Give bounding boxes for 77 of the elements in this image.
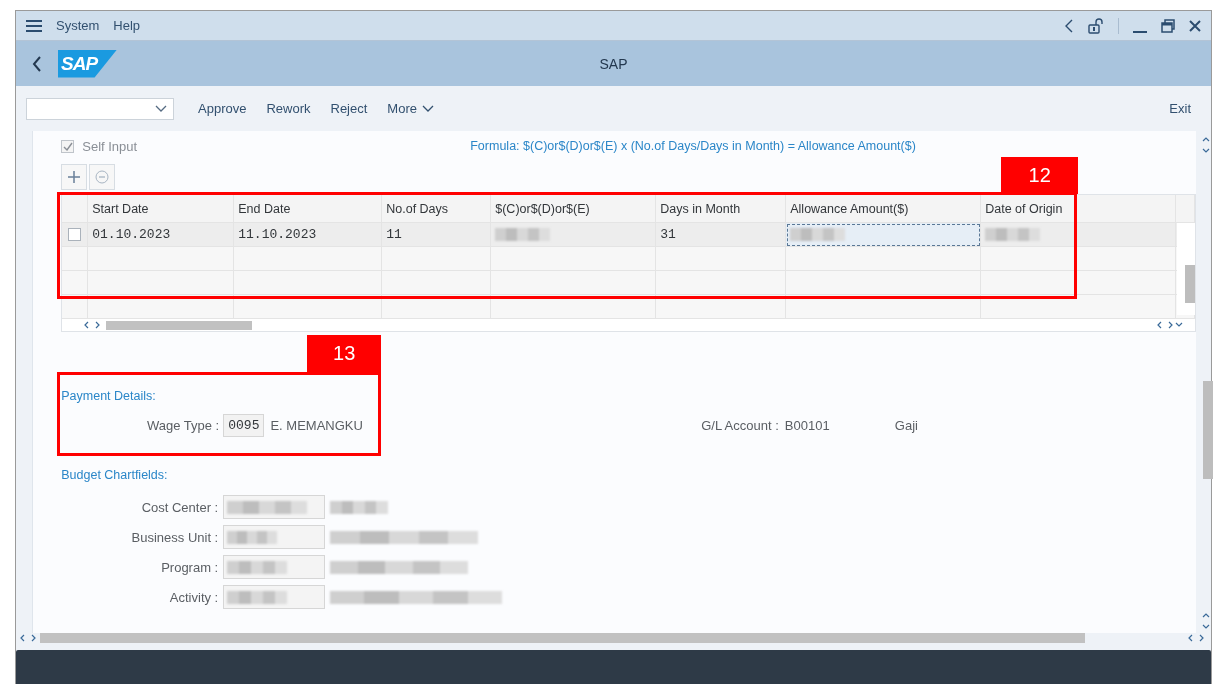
toolbar-button[interactable]: Approve	[190, 97, 255, 120]
menu-item[interactable]: System	[56, 18, 100, 33]
command-dropdown[interactable]	[26, 97, 174, 120]
checkbox-label: Self Input	[82, 138, 138, 154]
input-field[interactable]	[223, 555, 326, 579]
checkmark-icon	[62, 141, 73, 151]
plus-icon	[67, 170, 82, 184]
scrollbar-thumb[interactable]	[1203, 381, 1214, 479]
section-title: Budget Chartfields:	[61, 468, 169, 482]
row-selector-cell[interactable]	[62, 223, 89, 247]
chevron-down-icon[interactable]	[1175, 322, 1184, 328]
scrollbar-thumb[interactable]	[1185, 265, 1196, 303]
restore-icon[interactable]	[1161, 18, 1175, 33]
step-number: 12	[1001, 157, 1079, 194]
menu-icon[interactable]	[26, 19, 42, 32]
close-icon[interactable]	[1189, 19, 1201, 32]
column-header[interactable]: No.of Days	[382, 195, 492, 223]
back-icon[interactable]	[32, 55, 42, 72]
blurred-value	[985, 228, 1041, 241]
more-button[interactable]: More	[379, 97, 442, 120]
up-down-arrows-icon[interactable]	[1202, 137, 1211, 153]
input-field[interactable]	[223, 495, 326, 519]
column-header[interactable]: End Date	[234, 195, 383, 223]
toolbar-button[interactable]: Reject	[322, 97, 376, 120]
field-label: G/L Account :	[701, 418, 779, 433]
blurred-value	[495, 228, 551, 241]
blurred-value	[790, 228, 846, 241]
minus-circle-icon	[95, 170, 110, 184]
table-cell: 11	[382, 223, 492, 247]
column-header[interactable]: $(C)or$(D)or$(E)	[491, 195, 657, 223]
table-cell: 01.10.2023	[88, 223, 235, 247]
input-field[interactable]	[223, 525, 326, 549]
chevron-down-icon	[422, 104, 434, 113]
table-cell: 31	[656, 223, 787, 247]
scrollbar-thumb[interactable]	[106, 320, 253, 330]
field-label: Cost Center :	[140, 499, 219, 515]
blurred-value	[330, 500, 389, 514]
window-title: SAP	[598, 55, 629, 72]
table-horizontal-scrollbar[interactable]	[62, 319, 1196, 331]
left-right-arrows-icon[interactable]	[20, 634, 36, 642]
blurred-value	[227, 530, 278, 544]
column-header[interactable]: Days in Month	[656, 195, 787, 223]
chevron-down-icon	[155, 104, 167, 113]
field-label: Business Unit :	[130, 529, 219, 545]
checkbox[interactable]	[61, 139, 75, 153]
field-value: B00101	[784, 418, 831, 433]
field-label: Wage Type :	[145, 418, 220, 433]
focused-table-cell[interactable]	[786, 223, 982, 247]
table-vertical-scrollbar[interactable]	[1177, 223, 1196, 315]
field-label: Activity :	[168, 589, 219, 605]
toolbar-button[interactable]: Rework	[258, 97, 319, 120]
blurred-value	[227, 590, 288, 604]
wage-type-field[interactable]: 0095	[223, 414, 265, 437]
add-row-button[interactable]	[61, 164, 88, 190]
table-cell: 11.10.2023	[234, 223, 383, 247]
logo: SAP	[58, 49, 117, 78]
left-right-arrows-icon[interactable]	[1157, 321, 1174, 329]
column-header[interactable]: Date of Origin	[981, 195, 1177, 223]
blurred-value	[227, 560, 288, 574]
step-number: 13	[307, 335, 382, 372]
exit-button[interactable]: Exit	[1161, 97, 1199, 120]
left-right-arrows-icon[interactable]	[84, 321, 101, 329]
remove-row-button[interactable]	[89, 164, 116, 190]
field-label: Program :	[160, 559, 219, 575]
formula-text: Formula: $(C)or$(D)or$(E) x (No.of Days/Days in Month) = Allowance Amount($)	[470, 139, 916, 153]
menu-item[interactable]: Help	[113, 18, 141, 33]
section-title: Payment Details:	[61, 389, 157, 403]
column-header[interactable]: Start Date	[88, 195, 235, 223]
field-description: E. MEMANGKU	[270, 418, 363, 433]
unlocked-padlock-icon[interactable]	[1088, 17, 1104, 34]
column-header[interactable]: Allowance Amount($)	[786, 195, 982, 223]
field-description: Gaji	[894, 418, 918, 433]
left-right-arrows-icon[interactable]	[1188, 634, 1204, 642]
row-checkbox[interactable]	[68, 228, 82, 241]
back-icon[interactable]	[1064, 18, 1074, 33]
input-field[interactable]	[223, 585, 326, 609]
up-down-arrows-icon[interactable]	[1202, 613, 1211, 629]
